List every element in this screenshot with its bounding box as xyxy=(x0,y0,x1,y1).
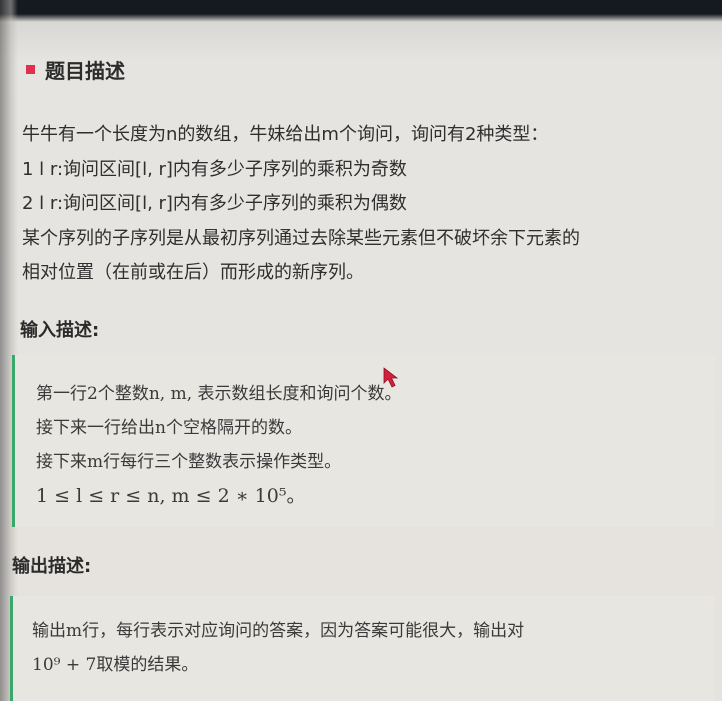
desc-line-1: 牛牛有一个长度为n的数组，牛妹给出m个询问，询问有2种类型： xyxy=(22,124,549,145)
output-section-label: 输出描述: xyxy=(12,556,92,577)
input-line-4: 1 ≤ l ≤ r ≤ n, m ≤ 2 ∗ 10⁵。 xyxy=(36,485,306,507)
mouse-pointer-shape xyxy=(383,367,399,388)
input-quote-block: 第一行2个整数n, m, 表示数组长度和询问个数。 接下来一行给出n个空格隔开的… xyxy=(12,355,715,527)
input-line-3: 接下来m行每行三个整数表示操作类型。 xyxy=(36,452,342,472)
input-line-1: 第一行2个整数n, m, 表示数组长度和询问个数。 xyxy=(36,384,402,404)
screen: 题目描述 牛牛有一个长度为n的数组，牛妹给出m个询问，询问有2种类型： 1 l … xyxy=(0,0,722,701)
input-section-label: 输入描述: xyxy=(20,320,100,341)
problem-title: 题目描述 xyxy=(45,59,125,83)
desc-line-4: 某个序列的子序列是从最初序列通过去除某些元素但不破坏余下元素的 xyxy=(22,227,580,249)
output-description: 输出m行，每行表示对应询问的答案，因为答案可能很大，输出对 10⁹ + 7取模的… xyxy=(32,614,524,682)
desc-line-3: 2 l r:询问区间[l, r]内有多少子序列的乘积为偶数 xyxy=(22,193,407,214)
output-line-1: 输出m行，每行表示对应询问的答案，因为答案可能很大，输出对 xyxy=(32,621,525,641)
problem-page: 题目描述 牛牛有一个长度为n的数组，牛妹给出m个询问，询问有2种类型： 1 l … xyxy=(0,0,722,701)
desc-line-2: 1 l r:询问区间[l, r]内有多少子序列的乘积为奇数 xyxy=(22,158,407,180)
output-line-2: 10⁹ + 7取模的结果。 xyxy=(32,655,199,675)
output-quote-block: 输出m行，每行表示对应询问的答案，因为答案可能很大，输出对 10⁹ + 7取模的… xyxy=(10,596,715,701)
input-description: 第一行2个整数n, m, 表示数组长度和询问个数。 接下来一行给出n个空格隔开的… xyxy=(36,377,402,513)
red-square-icon xyxy=(26,65,35,74)
problem-title-row: 题目描述 xyxy=(26,55,125,84)
desc-line-5: 相对位置（在前或在后）而形成的新序列。 xyxy=(22,262,364,283)
input-line-2: 接下来一行给出n个空格隔开的数。 xyxy=(36,418,302,438)
problem-description: 牛牛有一个长度为n的数组，牛妹给出m个询问，询问有2种类型： 1 l r:询问区… xyxy=(22,118,712,291)
